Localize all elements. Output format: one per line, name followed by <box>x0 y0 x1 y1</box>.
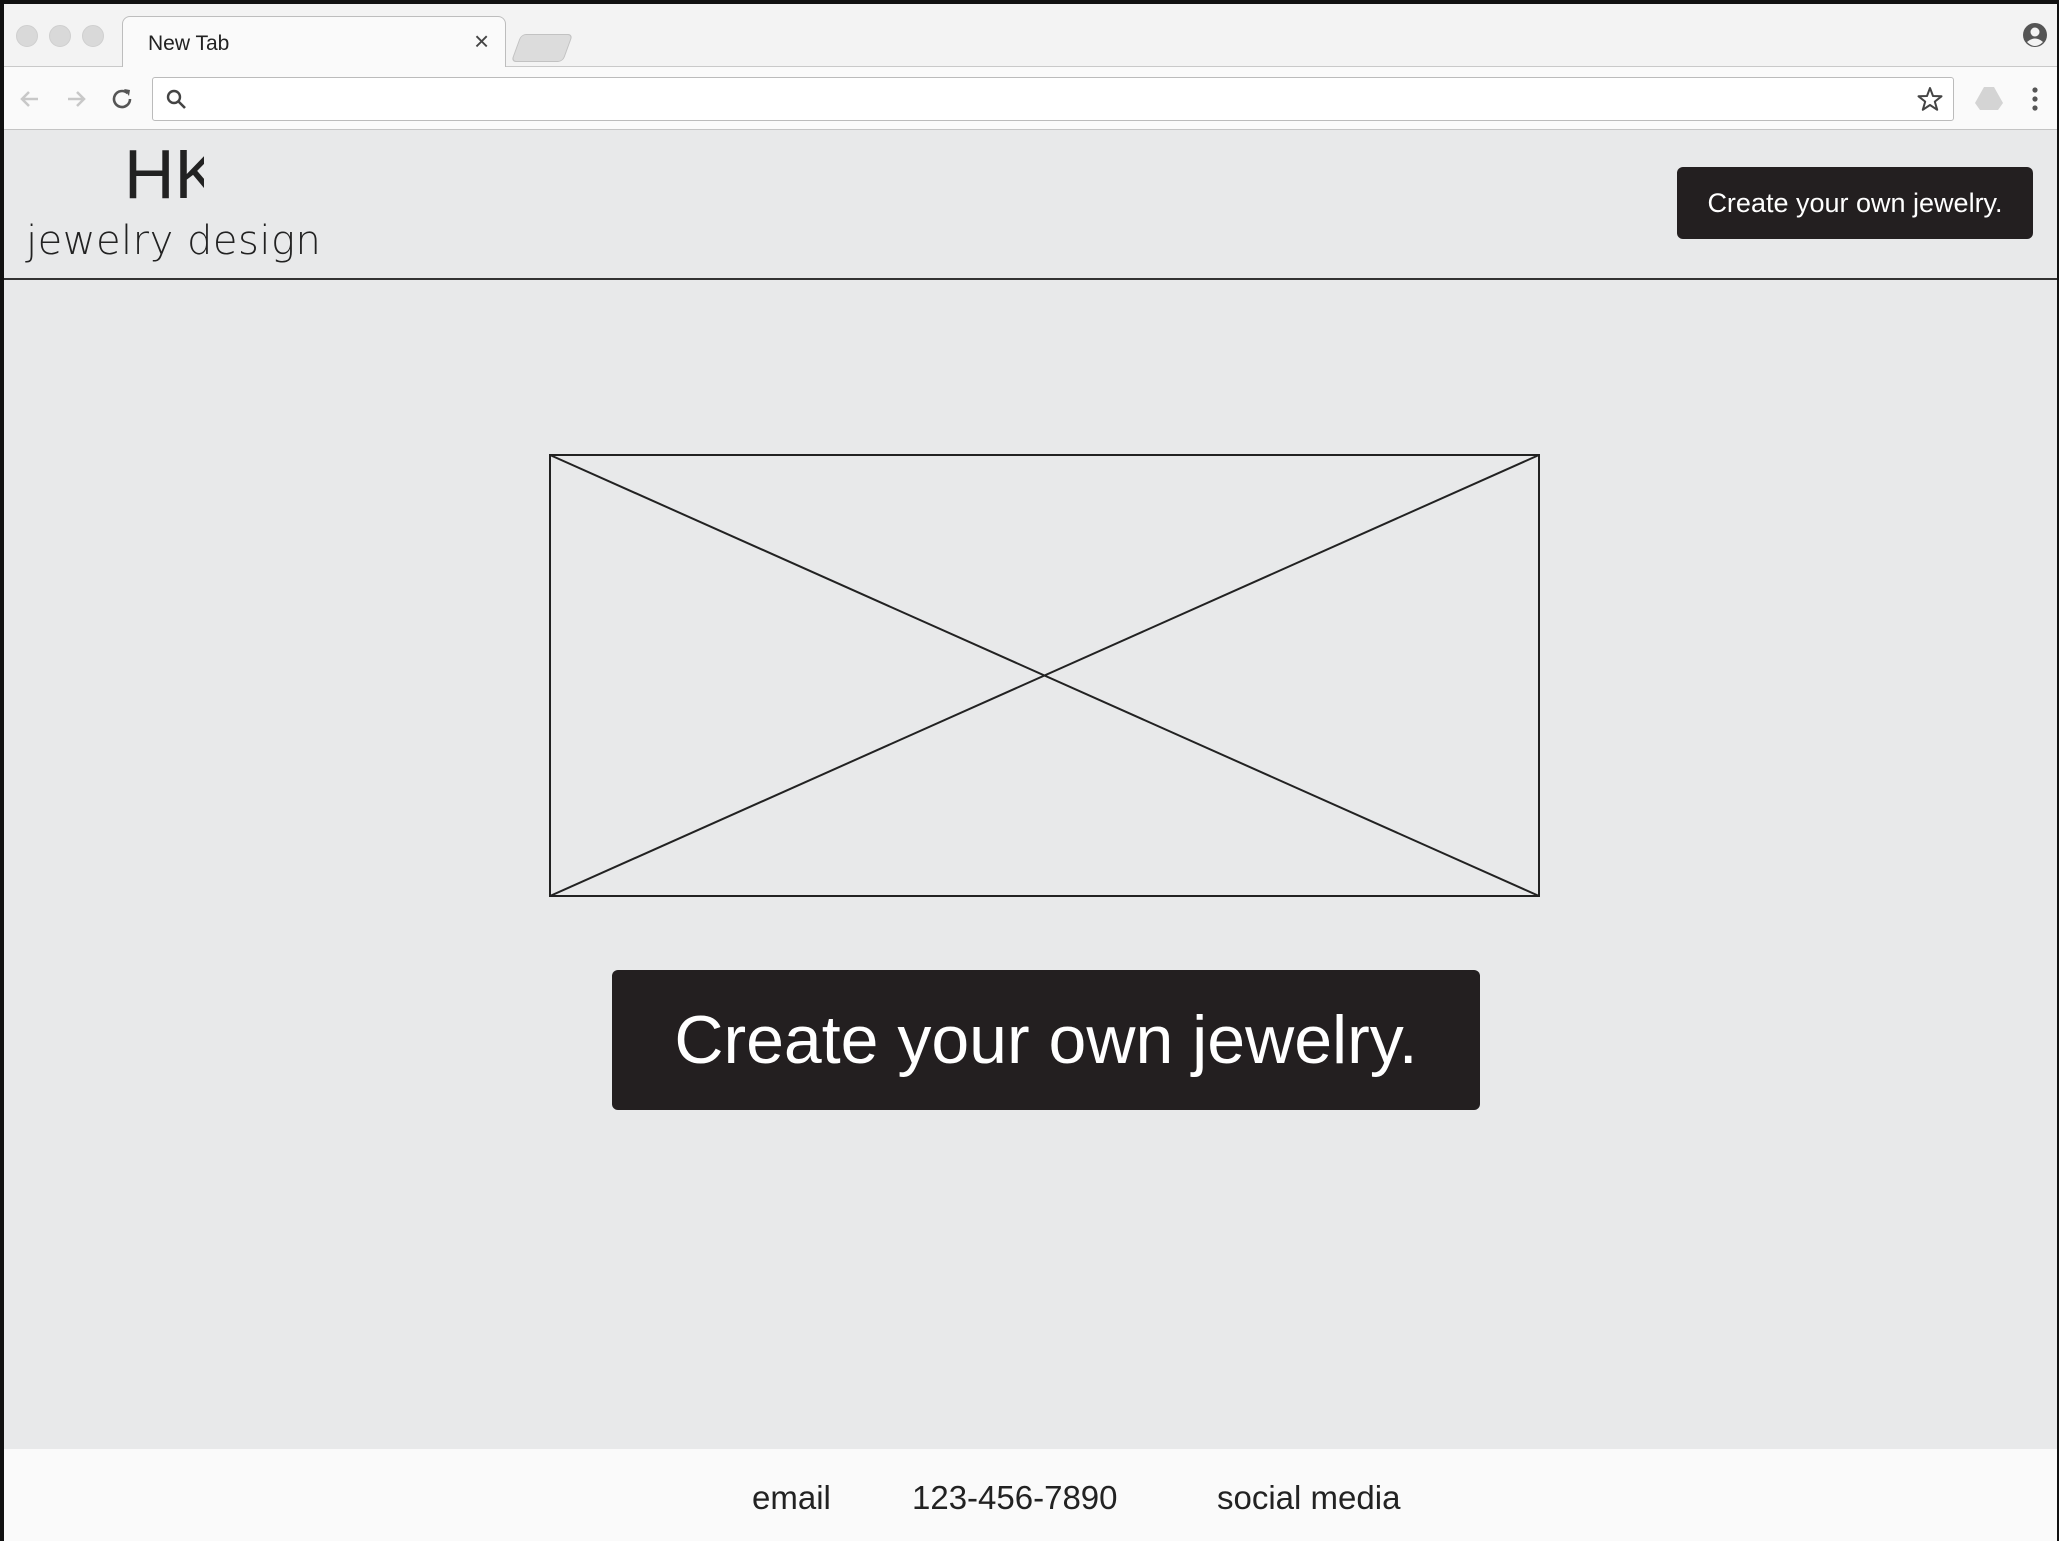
new-tab-button[interactable] <box>510 34 574 62</box>
site-footer: email 123-456-7890 social media <box>4 1449 2057 1541</box>
window-maximize-button[interactable] <box>82 25 104 47</box>
forward-arrow-icon[interactable] <box>62 85 90 113</box>
browser-window: New Tab × HK jewelry design Create your … <box>4 4 2057 1541</box>
reload-icon[interactable] <box>108 85 136 113</box>
hero-create-jewelry-button[interactable]: Create your own jewelry. <box>612 970 1480 1110</box>
profile-icon[interactable] <box>2022 22 2048 48</box>
header-create-jewelry-button[interactable]: Create your own jewelry. <box>1677 167 2033 239</box>
site-header: HK jewelry design Create your own jewelr… <box>4 130 2057 280</box>
hero-image-placeholder <box>549 454 1540 897</box>
logo-hk[interactable]: HK <box>124 144 204 204</box>
logo-mark-text: HK <box>124 144 204 204</box>
window-close-button[interactable] <box>16 25 38 47</box>
logo-text: jewelry design <box>26 218 322 264</box>
address-input[interactable] <box>195 82 1899 116</box>
drive-icon[interactable] <box>1974 85 2004 111</box>
close-icon[interactable]: × <box>474 28 489 54</box>
address-bar[interactable] <box>152 77 1954 121</box>
star-icon[interactable] <box>1917 86 1943 112</box>
web-page: HK jewelry design Create your own jewelr… <box>4 130 2057 1541</box>
footer-social-media-link[interactable]: social media <box>1217 1479 1400 1517</box>
tab-bar: New Tab × <box>4 4 2057 68</box>
search-icon <box>166 89 186 109</box>
menu-dots-icon[interactable] <box>2030 85 2040 113</box>
browser-toolbar <box>4 67 2057 130</box>
footer-email-link[interactable]: email <box>752 1479 831 1517</box>
back-arrow-icon[interactable] <box>16 85 44 113</box>
footer-phone[interactable]: 123-456-7890 <box>912 1479 1118 1517</box>
window-minimize-button[interactable] <box>49 25 71 47</box>
tab-title: New Tab <box>148 32 230 55</box>
